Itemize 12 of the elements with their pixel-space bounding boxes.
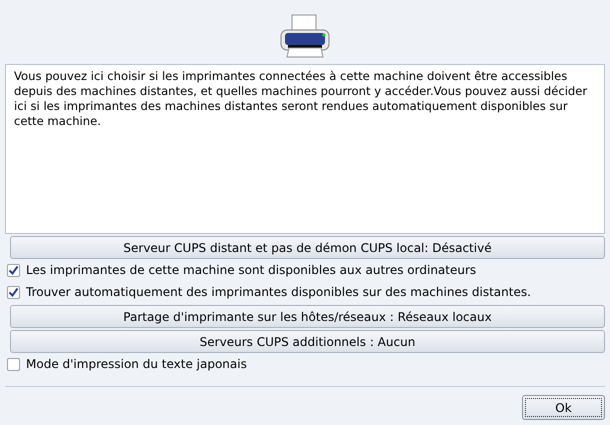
option-button[interactable]: Serveur CUPS distant et pas de démon CUPS local: Désactivé (10, 236, 605, 259)
printer-icon (279, 14, 331, 58)
option-button[interactable]: Serveurs CUPS additionnels : Aucun (10, 330, 605, 353)
description-text: Vous pouvez ici choisir si les imprimantes connectées à cette machine doivent être accessibles depuis des machines distantes, et quelles machines pourront y accéder.Vous pouvez aussi décider ici si les imprimantes des machines distantes seront rendues automatiquement disponibles sur cette machine. (5, 64, 605, 234)
checkbox-label: Trouver automatiquement des imprimantes disponibles sur des machines distantes. (26, 285, 531, 299)
checkbox-label: Les imprimantes de cette machine sont disponibles aux autres ordinateurs (26, 263, 476, 277)
checkbox[interactable] (7, 358, 20, 370)
checkbox[interactable] (7, 286, 20, 298)
checkbox-label: Mode d'impression du texte japonais (26, 357, 247, 371)
ok-button[interactable]: Ok (522, 395, 605, 420)
option-button[interactable]: Partage d'imprimante sur les hôtes/réseaux : Réseaux locaux (10, 305, 605, 328)
checkbox[interactable] (7, 264, 20, 276)
